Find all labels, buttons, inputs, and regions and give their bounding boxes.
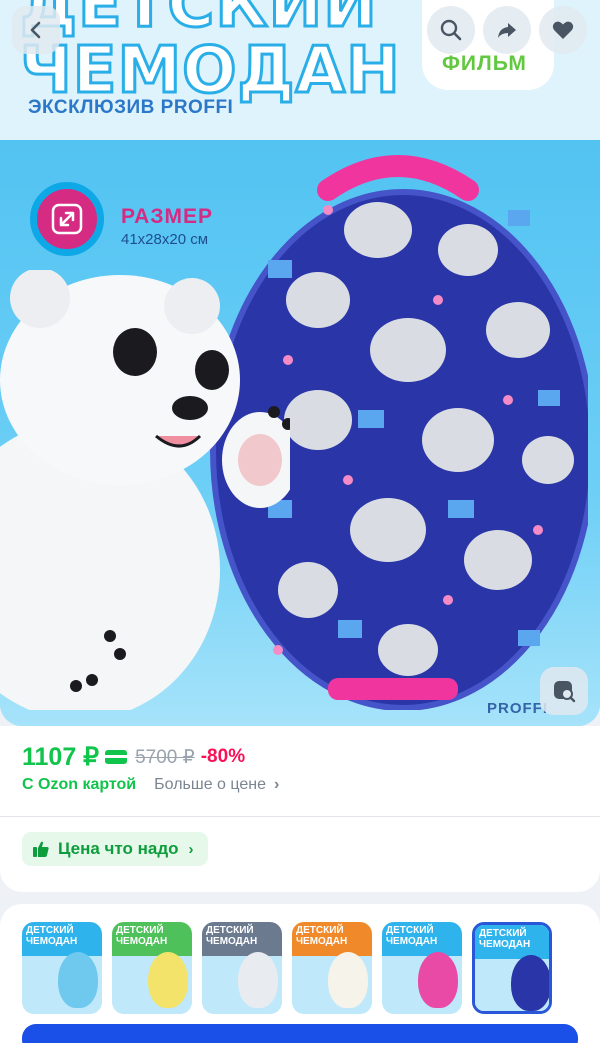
more-about-price-link[interactable]: Больше о цене <box>154 776 266 794</box>
back-button[interactable] <box>12 6 60 54</box>
watermark: PROFFI <box>487 700 548 717</box>
thumbnail-title: ДЕТСКИЙ ЧЕМОДАН <box>116 925 168 947</box>
share-icon <box>498 23 516 38</box>
thumbnail-item[interactable]: ДЕТСКИЙ ЧЕМОДАН <box>22 922 102 1014</box>
brand-logo-text: ФИЛЬМ <box>442 52 527 75</box>
thumbnail-item[interactable]: ДЕТСКИЙ ЧЕМОДАН <box>382 922 462 1014</box>
polar-bear-illustration <box>0 270 290 710</box>
thumbnail-title: ДЕТСКИЙ ЧЕМОДАН <box>26 925 78 947</box>
thumbnail-suitcase <box>238 952 278 1008</box>
old-price: 5700 ₽ <box>135 746 195 768</box>
thumbnail-title: ДЕТСКИЙ ЧЕМОДАН <box>296 925 348 947</box>
discount-badge: -80% <box>200 746 246 767</box>
chevron-right-icon: › <box>188 840 194 858</box>
product-image[interactable]: ДЕТСКИЙ ЧЕМОДАН ЭКСКЛЮЗИВ PROFFI ФИЛЬМ Р… <box>0 0 600 726</box>
ozon-card-row[interactable]: С Ozon картой Больше о цене › <box>22 776 279 794</box>
hero-subtitle: ЭКСКЛЮЗИВ PROFFI <box>28 97 234 118</box>
ozon-card-label: С Ozon картой <box>22 776 137 793</box>
good-price-label: Цена что надо <box>58 839 179 858</box>
hero-title: ДЕТСКИЙ ЧЕМОДАН <box>19 0 402 108</box>
share-button[interactable] <box>483 6 531 54</box>
ozon-card-icon <box>105 750 128 764</box>
thumbnail-suitcase <box>148 952 188 1008</box>
image-search-icon <box>554 681 576 703</box>
heart-icon <box>552 21 574 39</box>
thumbnail-title: ДЕТСКИЙ ЧЕМОДАН <box>479 928 531 950</box>
hero-title-line1: ДЕТСКИЙ <box>19 0 379 42</box>
thumbnail-item[interactable]: ДЕТСКИЙ ЧЕМОДАН <box>472 922 552 1014</box>
good-price-badge[interactable]: Цена что надо › <box>22 832 208 866</box>
divider <box>0 816 600 817</box>
thumbnail-strip: ДЕТСКИЙ ЧЕМОДАН ДЕТСКИЙ ЧЕМОДАН ДЕТСКИЙ ЧЕ… <box>0 904 600 1043</box>
expand-icon <box>51 203 83 235</box>
add-to-cart-button[interactable] <box>22 1024 578 1043</box>
thumbnail-suitcase <box>418 952 458 1008</box>
thumbnail-item[interactable]: ДЕТСКИЙ ЧЕМОДАН <box>112 922 192 1014</box>
search-button[interactable] <box>427 6 475 54</box>
thumbnail-item[interactable]: ДЕТСКИЙ ЧЕМОДАН <box>202 922 282 1014</box>
thumbnail-title: ДЕТСКИЙ ЧЕМОДАН <box>206 925 258 947</box>
thumbnail-suitcase <box>328 952 368 1008</box>
thumbnail-title: ДЕТСКИЙ ЧЕМОДАН <box>386 925 438 947</box>
thumbnail-suitcase <box>511 955 549 1011</box>
current-price: 1107 ₽ <box>22 743 100 771</box>
price-row: 1107 ₽ 5700 ₽ -80% <box>22 742 245 772</box>
size-value: 41x28x20 см <box>121 231 209 248</box>
hero-title-line2: ЧЕМОДАН <box>19 34 402 108</box>
search-icon <box>440 19 462 41</box>
chevron-right-icon: › <box>274 776 280 793</box>
visual-search-button[interactable] <box>540 667 588 715</box>
price-card: 1107 ₽ 5700 ₽ -80% С Ozon картой Больше … <box>0 726 600 892</box>
chevron-left-icon <box>30 21 41 39</box>
size-label: РАЗМЕР <box>121 205 213 228</box>
thumbnail-suitcase <box>58 952 98 1008</box>
thumbs-up-icon <box>33 841 49 857</box>
size-badge <box>30 182 104 256</box>
thumbnail-item[interactable]: ДЕТСКИЙ ЧЕМОДАН <box>292 922 372 1014</box>
favorite-button[interactable] <box>539 6 587 54</box>
